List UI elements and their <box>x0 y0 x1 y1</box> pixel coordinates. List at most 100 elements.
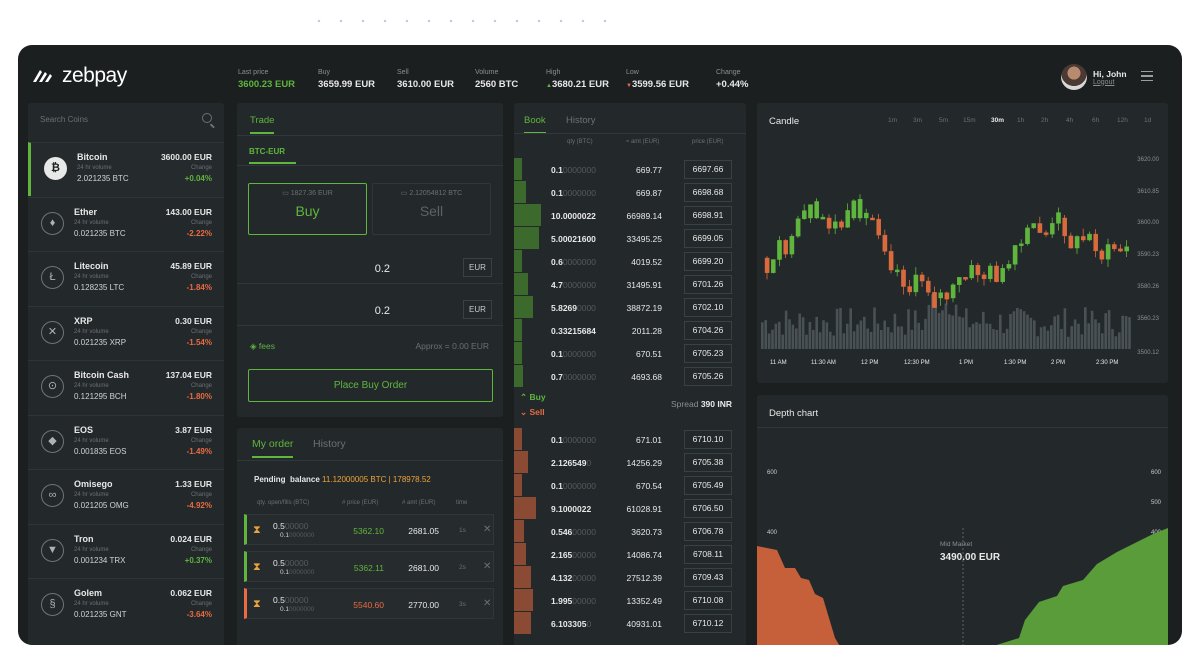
coin-item-litecoin[interactable]: Ł Litecoin 24 hr volume 0.128235 LTC 45.89 E… <box>28 251 224 305</box>
book-row-buy_rows[interactable]: 0.10000000 670.51 6705.23 <box>514 342 746 365</box>
hamburger-menu-icon[interactable] <box>1141 71 1153 81</box>
book-row-sell_rows[interactable]: 2.16500000 14086.74 6708.11 <box>514 543 746 566</box>
book-qty: 2.1265490 <box>551 458 591 468</box>
book-qty: 0.10000000 <box>551 349 596 359</box>
logout-link[interactable]: Logout <box>1093 79 1127 86</box>
order-time: 2s <box>459 564 466 571</box>
volume-label: 24 hr volume <box>74 492 109 498</box>
coin-item-bitcoin[interactable]: ₿ Bitcoin 24 hr volume 2.021235 BTC 3600.00 … <box>28 142 224 196</box>
price-currency[interactable]: EUR <box>463 300 492 319</box>
timeframe-1h[interactable]: 1h <box>1017 117 1024 124</box>
user-menu[interactable]: Hi, John Logout <box>1061 64 1127 90</box>
volume-bar <box>1039 327 1043 349</box>
coin-item-bitcoin-cash[interactable]: ⊙ Bitcoin Cash 24 hr volume 0.121295 BCH 137… <box>28 360 224 414</box>
order-fill-padding: 0000000 <box>289 532 315 539</box>
candle-body <box>969 265 975 279</box>
stat-change: Change +0.44% <box>716 69 749 90</box>
price-input[interactable]: 0.2 EUR <box>248 297 492 325</box>
book-row-buy_rows[interactable]: 4.70000000 31495.91 6701.26 <box>514 273 746 296</box>
search-coins-input[interactable]: Search Coins <box>40 113 212 131</box>
timeframe-6h[interactable]: 6h <box>1092 117 1099 124</box>
candle-body <box>764 257 770 273</box>
search-icon[interactable] <box>202 113 212 123</box>
timeframe-2h[interactable]: 2h <box>1041 117 1048 124</box>
sell-toggle[interactable]: ▭ 2.12054812 BTC Sell <box>372 183 491 235</box>
tab-book-history[interactable]: History <box>566 115 596 126</box>
coin-item-golem[interactable]: § Golem 24 hr volume 0.021235 GNT 0.062 EUR C… <box>28 578 224 632</box>
spread-value: Spread 390 INR <box>671 399 732 409</box>
book-row-sell_rows[interactable]: 0.54600000 3620.73 6706.78 <box>514 520 746 543</box>
book-row-sell_rows[interactable]: 0.10000000 671.01 6710.10 <box>514 428 746 451</box>
coin-item-ether[interactable]: ♦ Ether 24 hr volume 0.021235 BTC 143.00 EUR… <box>28 196 224 251</box>
coin-item-omisego[interactable]: ∞ Omisego 24 hr volume 0.021205 OMG 1.33 EUR… <box>28 469 224 523</box>
pair-tab[interactable]: BTC-EUR <box>249 147 296 164</box>
tab-book[interactable]: Book <box>524 115 546 134</box>
volume-bar <box>771 329 774 349</box>
candle-chart[interactable]: 3620.00 3610.85 3600.00 3590.23 3580.26 3560.… <box>757 133 1168 383</box>
book-row-sell_rows[interactable]: 6.1033050 40931.01 6710.12 <box>514 612 746 635</box>
tab-trade[interactable]: Trade <box>250 115 275 134</box>
tab-my-order[interactable]: My order <box>252 438 294 458</box>
volume-bar <box>876 323 880 349</box>
order-time: 3s <box>459 601 466 608</box>
coin-item-tron[interactable]: ▼ Tron 24 hr volume 0.001234 TRX 0.024 EUR Ch… <box>28 523 224 578</box>
golem-icon: § <box>41 593 64 616</box>
volume-bar <box>999 314 1002 349</box>
amount-currency[interactable]: EUR <box>463 258 492 277</box>
book-row-buy_rows[interactable]: 0.10000000 669.77 6697.66 <box>514 158 746 181</box>
volume-label: 24 hr volume <box>74 601 109 607</box>
cancel-order-icon[interactable]: ✕ <box>483 524 491 535</box>
book-row-buy_rows[interactable]: 0.70000000 4693.68 6705.26 <box>514 365 746 388</box>
coin-item-eos[interactable]: ◆ EOS 24 hr volume 0.001835 EOS 3.87 EUR Chan… <box>28 414 224 469</box>
timeframe-15m[interactable]: 15m <box>963 117 976 124</box>
timeframe-1m[interactable]: 1m <box>888 117 897 124</box>
book-row-buy_rows[interactable]: 10.0000022 66989.14 6698.91 <box>514 204 746 227</box>
timeframe-30m[interactable]: 30m <box>991 117 1004 124</box>
amount-input[interactable]: 0.2 EUR <box>248 255 492 283</box>
sell-balance: ▭ 2.12054812 BTC <box>400 190 463 197</box>
timeframe-1d[interactable]: 1d <box>1144 117 1151 124</box>
book-row-buy_rows[interactable]: 5.00021600 33495.25 6699.05 <box>514 227 746 250</box>
place-buy-order-button[interactable]: Place Buy Order <box>248 369 493 402</box>
buy-toggle[interactable]: ▭ 1827.36 EUR Buy <box>248 183 367 235</box>
book-row-buy_rows[interactable]: 5.82690000 38872.19 6702.10 <box>514 296 746 319</box>
volume-bar <box>1043 326 1046 349</box>
fees-link[interactable]: ◈ fees <box>250 341 275 352</box>
xrp-icon: ✕ <box>41 320 64 344</box>
book-qty: 2.16500000 <box>551 550 596 560</box>
book-row-sell_rows[interactable]: 2.1265490 14256.29 6705.38 <box>514 451 746 474</box>
order-qty: 0.500000 <box>273 558 308 568</box>
timeframe-5m[interactable]: 5m <box>939 117 948 124</box>
eos-icon: ◆ <box>41 429 64 453</box>
stat-value-text: 3659.99 EUR <box>318 79 376 90</box>
book-row-buy_rows[interactable]: 0.33215684 2011.28 6704.26 <box>514 319 746 342</box>
order-amount: 2681.00 <box>408 563 439 573</box>
volume-bar <box>910 329 914 349</box>
book-row-sell_rows[interactable]: 4.13200000 27512.39 6709.43 <box>514 566 746 589</box>
coin-item-xrp[interactable]: ✕ XRP 24 hr volume 0.021235 XRP 0.30 EUR Chan… <box>28 305 224 360</box>
candle-body <box>876 218 881 236</box>
book-row-buy_rows[interactable]: 0.60000000 4019.52 6699.20 <box>514 250 746 273</box>
book-row-sell_rows[interactable]: 0.10000000 670.54 6705.49 <box>514 474 746 497</box>
volume-bar <box>767 333 771 349</box>
litecoin-icon: Ł <box>41 266 64 289</box>
volume-bar <box>988 323 992 349</box>
book-row-buy_rows[interactable]: 0.10000000 669.87 6698.68 <box>514 181 746 204</box>
book-amount: 27512.39 <box>626 573 662 583</box>
amount-value[interactable]: 0.2 <box>248 263 390 275</box>
price-value[interactable]: 0.2 <box>248 305 390 317</box>
timeframe-12h[interactable]: 12h <box>1117 117 1128 124</box>
cancel-order-icon[interactable]: ✕ <box>483 561 491 572</box>
book-qty-padding: 0 <box>586 619 592 629</box>
depth-chart[interactable]: 600400200600500400300200 <box>757 428 1168 645</box>
book-row-sell_rows[interactable]: 1.99500000 13352.49 6710.08 <box>514 589 746 612</box>
book-row-sell_rows[interactable]: 9.1000022 61028.91 6706.50 <box>514 497 746 520</box>
timeframe-4h[interactable]: 4h <box>1066 117 1073 124</box>
timeframe-3m[interactable]: 3m <box>913 117 922 124</box>
cancel-order-icon[interactable]: ✕ <box>483 598 491 609</box>
pending-balance: Pending balance 11.12000005 BTC | 178978… <box>254 475 431 484</box>
stat-label: Last price <box>238 69 269 76</box>
avatar[interactable] <box>1061 64 1087 90</box>
order-amount: 2770.00 <box>408 600 439 610</box>
tab-order-history[interactable]: History <box>313 438 346 450</box>
